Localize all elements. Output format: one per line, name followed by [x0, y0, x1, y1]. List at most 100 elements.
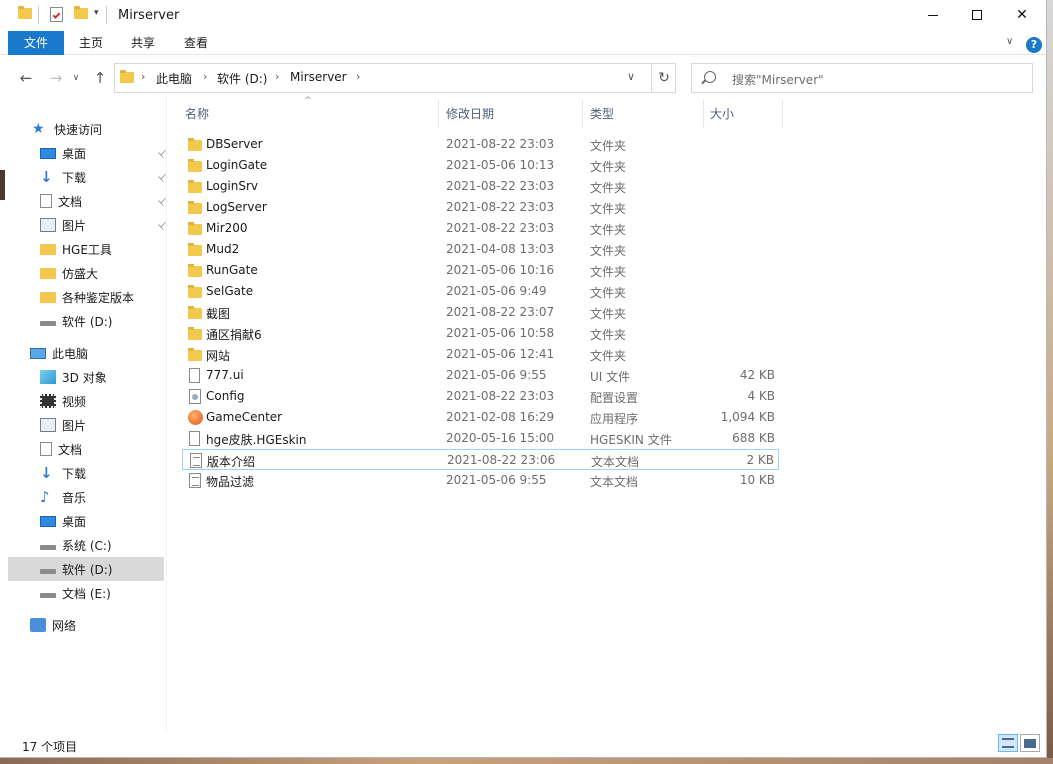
file-row[interactable]: 777.ui 2021-05-06 9:55 UI 文件 42 KB — [182, 365, 779, 386]
new-folder-icon[interactable] — [74, 6, 88, 19]
file-row[interactable]: Mud2 2021-04-08 13:03 文件夹 — [182, 239, 779, 260]
tab-file[interactable]: 文件 — [8, 31, 64, 55]
close-button[interactable]: ✕ — [999, 0, 1045, 30]
address-bar[interactable]: › 此电脑 › 软件 (D:) › Mirserver › ∨ ↻ — [114, 63, 676, 93]
file-row[interactable]: 通区捐献6 2021-05-06 10:58 文件夹 — [182, 323, 779, 344]
nav-item-label: 音乐 — [62, 490, 87, 505]
file-size: 2 KB — [746, 453, 774, 467]
breadcrumb-drive-d[interactable]: 软件 (D:) — [217, 70, 267, 87]
file-name: 版本介绍 — [207, 455, 256, 469]
large-icons-view-button[interactable] — [1020, 734, 1040, 752]
nav-quick-item-2[interactable]: 文档 ⊥ — [8, 189, 169, 213]
nav-quick-access[interactable]: ★ 快速访问 — [32, 117, 188, 141]
nav-this-pc[interactable]: 此电脑 — [30, 341, 186, 365]
nav-pc-item-9[interactable]: 文档 (E:) — [8, 581, 164, 605]
customize-toolbar-icon[interactable]: ▾ — [94, 8, 99, 18]
nav-pc-item-8[interactable]: 软件 (D:) — [8, 557, 164, 581]
pin-icon[interactable]: ⊥ — [155, 146, 169, 160]
file-type: HGESKIN 文件 — [590, 433, 672, 447]
details-view-button[interactable] — [998, 734, 1018, 752]
nav-pc-item-0[interactable]: 3D 对象 — [8, 365, 164, 389]
file-row[interactable]: 网站 2021-05-06 12:41 文件夹 — [182, 344, 779, 365]
maximize-button[interactable] — [954, 0, 1000, 30]
minimize-button[interactable] — [910, 0, 956, 30]
file-row[interactable]: LoginSrv 2021-08-22 23:03 文件夹 — [182, 176, 779, 197]
nav-pc-item-7[interactable]: 系统 (C:) — [8, 533, 164, 557]
back-button[interactable]: ← — [16, 68, 36, 88]
nav-pc-item-6[interactable]: 桌面 — [8, 509, 164, 533]
system-drive-icon — [40, 544, 56, 550]
recent-locations-button[interactable]: ∨ — [70, 68, 82, 88]
column-divider[interactable] — [703, 100, 704, 128]
file-type: 文件夹 — [590, 202, 627, 216]
chevron-right-icon[interactable]: › — [356, 70, 360, 83]
file-row[interactable]: 截图 2021-08-22 23:07 文件夹 — [182, 302, 779, 323]
file-date: 2021-02-08 16:29 — [446, 410, 555, 424]
nav-quick-item-5[interactable]: 仿盛大 — [8, 261, 164, 285]
column-header-name[interactable]: 名称 — [185, 100, 209, 128]
help-icon[interactable]: ? — [1026, 37, 1042, 53]
expand-ribbon-icon[interactable]: ∨ — [1006, 36, 1013, 47]
breadcrumb-this-pc[interactable]: 此电脑 — [156, 70, 192, 87]
file-row[interactable]: 物品过滤 2021-05-06 9:55 文本文档 10 KB — [182, 470, 779, 491]
picture-icon — [40, 418, 56, 432]
column-header-size[interactable]: 大小 — [710, 100, 734, 128]
ribbon: 文件 主页 共享 查看 — [0, 31, 1046, 55]
nav-quick-item-0[interactable]: 桌面 ⊥ — [8, 141, 169, 165]
nav-item-label: HGE工具 — [62, 242, 112, 257]
explorer-window: ▾ Mirserver ✕ 文件 主页 共享 查看 ∨ ? ← → ∨ ↑ › … — [0, 0, 1047, 758]
nav-pc-item-3[interactable]: 文档 — [8, 437, 164, 461]
chevron-right-icon[interactable]: › — [203, 70, 207, 83]
chevron-right-icon[interactable]: › — [141, 70, 145, 83]
config-file-icon — [189, 389, 201, 404]
nav-pc-item-4[interactable]: ↓ 下载 — [8, 461, 164, 485]
3d-objects-icon — [40, 370, 56, 384]
folder-icon — [18, 6, 32, 19]
tab-home[interactable]: 主页 — [66, 31, 116, 55]
nav-pc-item-1[interactable]: 视频 — [8, 389, 164, 413]
forward-button[interactable]: → — [46, 68, 66, 88]
file-row[interactable]: 版本介绍 2021-08-22 23:06 文本文档 2 KB — [182, 449, 779, 470]
file-row[interactable]: RunGate 2021-05-06 10:16 文件夹 — [182, 260, 779, 281]
tab-share[interactable]: 共享 — [118, 31, 168, 55]
nav-network[interactable]: 网络 — [30, 613, 186, 637]
chevron-down-icon[interactable]: ∨ — [627, 70, 635, 83]
file-row[interactable]: Config 2021-08-22 23:03 配置设置 4 KB — [182, 386, 779, 407]
drive-icon — [40, 568, 56, 574]
search-input[interactable]: 搜索"Mirserver" — [732, 71, 824, 88]
breadcrumb-mirserver[interactable]: Mirserver — [290, 70, 347, 84]
nav-quick-item-6[interactable]: 各种鉴定版本 — [8, 285, 164, 309]
file-row[interactable]: Mir200 2021-08-22 23:03 文件夹 — [182, 218, 779, 239]
computer-icon — [30, 347, 46, 359]
tab-view[interactable]: 查看 — [171, 31, 221, 55]
file-date: 2021-08-22 23:03 — [446, 221, 555, 235]
file-name: GameCenter — [206, 410, 283, 424]
file-row[interactable]: SelGate 2021-05-06 9:49 文件夹 — [182, 281, 779, 302]
file-row[interactable]: hge皮肤.HGEskin 2020-05-16 15:00 HGESKIN 文件 6… — [182, 428, 779, 449]
column-header-type[interactable]: 类型 — [590, 100, 614, 128]
nav-quick-item-1[interactable]: ↓ 下载 ⊥ — [8, 165, 169, 189]
file-row[interactable]: DBServer 2021-08-22 23:03 文件夹 — [182, 134, 779, 155]
file-row[interactable]: LogServer 2021-08-22 23:03 文件夹 — [182, 197, 779, 218]
properties-icon[interactable] — [50, 7, 63, 22]
refresh-button[interactable]: ↻ — [651, 64, 676, 92]
nav-quick-item-4[interactable]: HGE工具 — [8, 237, 164, 261]
file-name: LogServer — [206, 200, 267, 214]
pin-icon[interactable]: ⊥ — [155, 194, 169, 208]
nav-pc-item-2[interactable]: 图片 — [8, 413, 164, 437]
column-divider[interactable] — [782, 100, 783, 128]
pin-icon[interactable]: ⊥ — [155, 170, 169, 184]
file-row[interactable]: GameCenter 2021-02-08 16:29 应用程序 1,094 KB — [182, 407, 779, 428]
column-divider[interactable] — [438, 100, 439, 128]
nav-quick-item-7[interactable]: 软件 (D:) — [8, 309, 164, 333]
nav-pc-item-5[interactable]: ♪ 音乐 — [8, 485, 164, 509]
file-row[interactable]: LoginGate 2021-05-06 10:13 文件夹 — [182, 155, 779, 176]
search-box[interactable]: 搜索"Mirserver" — [691, 63, 1033, 93]
pin-icon[interactable]: ⊥ — [155, 218, 169, 232]
drive-icon — [40, 320, 56, 326]
column-header-date[interactable]: 修改日期 — [446, 100, 494, 128]
up-button[interactable]: ↑ — [90, 68, 110, 88]
chevron-right-icon[interactable]: › — [275, 70, 279, 83]
nav-quick-item-3[interactable]: 图片 ⊥ — [8, 213, 169, 237]
column-divider[interactable] — [582, 100, 583, 128]
